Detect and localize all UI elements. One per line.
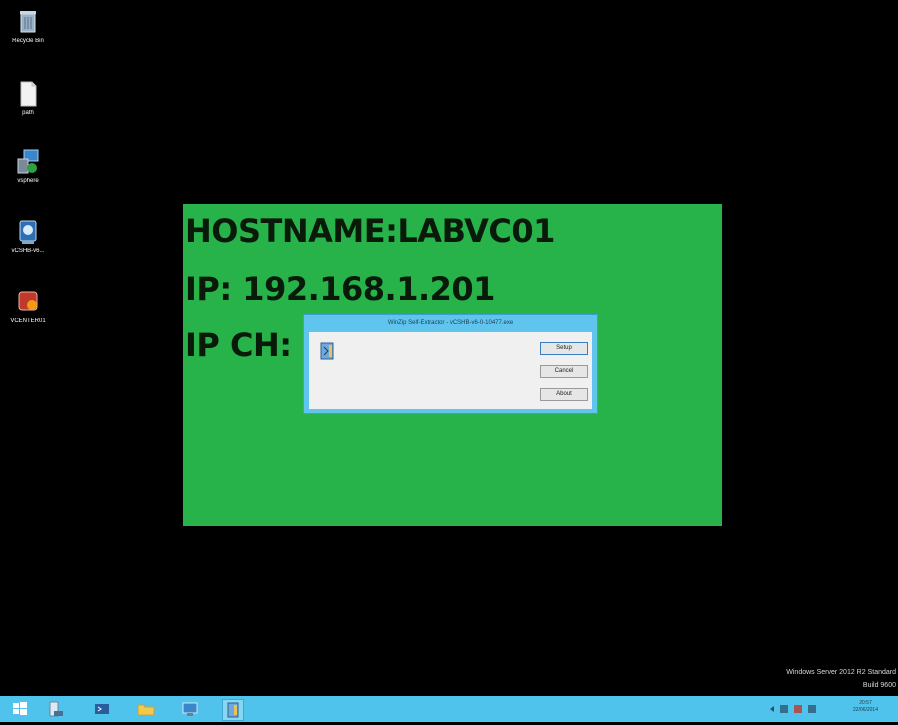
file-icon [15,80,41,108]
installer-icon [15,218,41,246]
network-computer-icon [15,148,41,176]
taskbar-clock[interactable]: 20:57 22/06/2014 [853,700,878,714]
desktop-icon-label: vsphere [17,178,39,184]
winzip-icon [227,702,239,718]
server-manager-taskbar-button[interactable] [46,699,66,719]
clock-date: 22/06/2014 [852,707,878,713]
desktop-icon-label: Recycle Bin [12,38,44,44]
ip-ch-text: IP CH: [185,326,292,364]
winzip-taskbar-button[interactable] [222,699,244,721]
winzip-logo-icon [319,341,337,361]
recycle-bin-icon [15,8,41,36]
desktop-icon-installer[interactable]: vCSHB-v6... [6,218,50,254]
os-watermark-edition: Windows Server 2012 R2 Standard [786,669,896,676]
dialog-title: WinZip Self-Extractor - vCSHB-v6-0-10477… [387,320,514,326]
powershell-taskbar-button[interactable] [92,699,112,719]
desktop-icon-label: vCSHB-v6... [11,248,45,254]
about-button[interactable]: About [540,388,588,401]
desktop-icon-label: path [22,110,34,116]
folder-icon [137,704,155,716]
desktop-icon-path[interactable]: path [6,80,50,116]
tray-icons [770,705,816,713]
desktop-icon-recycle-bin[interactable]: Recycle Bin [6,8,50,44]
vcenter-icon [15,288,41,316]
cancel-button[interactable]: Cancel [540,365,588,378]
file-explorer-taskbar-button[interactable] [136,699,156,719]
taskbar: 20:57 22/06/2014 [0,696,898,722]
setup-button[interactable]: Setup [540,342,588,355]
dialog-client-area: Setup Cancel About [309,332,592,409]
powershell-icon [95,704,109,714]
winzip-dialog: WinZip Self-Extractor - vCSHB-v6-0-10477… [303,314,598,414]
desktop-icon-vcenter[interactable]: VCENTER01 [6,288,50,324]
clock-time: 20:57 [859,700,872,706]
network-computer-icon [182,702,198,716]
desktop-icon-vsphere[interactable]: vsphere [6,148,50,184]
network-taskbar-button[interactable] [180,699,200,719]
windows-logo-icon [13,702,27,715]
hostname-text: HOSTNAME:LABVC01 [185,212,555,250]
desktop: Recycle Bin path vsphere vCSHB-v6... VCE… [0,0,898,696]
server-manager-icon [49,701,63,717]
desktop-icon-label: VCENTER01 [10,318,46,324]
os-watermark-build: Build 9600 [862,682,896,689]
start-button[interactable] [10,699,30,719]
ip-text: IP: 192.168.1.201 [185,270,495,308]
system-tray[interactable] [768,702,828,716]
